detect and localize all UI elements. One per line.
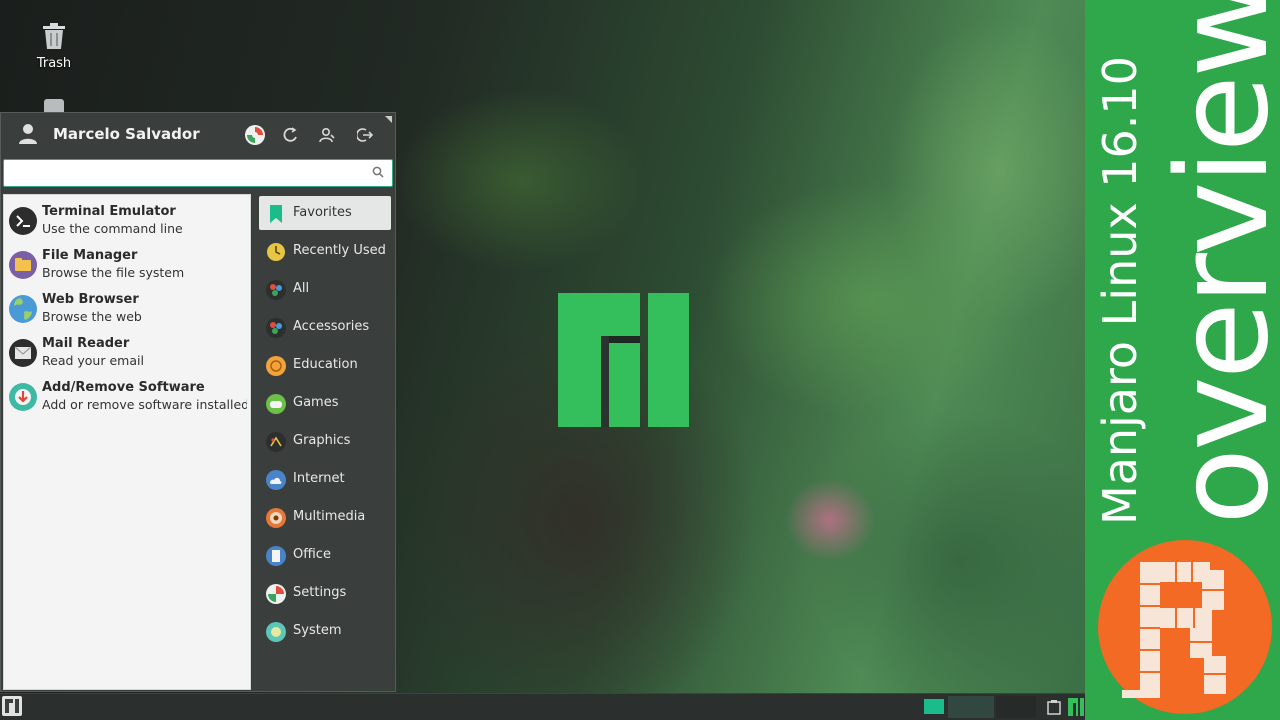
bookmark-icon <box>270 205 282 223</box>
manjaro-logo <box>558 293 689 427</box>
trash-desktop-icon[interactable]: Trash <box>22 22 86 71</box>
applications-menu-button[interactable] <box>2 696 22 716</box>
favorite-description: Read your email <box>42 353 144 368</box>
folder-icon <box>9 251 37 279</box>
category-label: Recently Used <box>293 243 386 258</box>
user-avatar-icon <box>19 124 37 144</box>
desktop-icon[interactable] <box>44 99 64 113</box>
lock-screen-icon <box>283 127 297 142</box>
favorite-add-remove-software[interactable]: Add/Remove Software Add or remove softwa… <box>4 375 250 419</box>
category-label: Accessories <box>293 319 370 334</box>
accessories-icon <box>266 318 286 338</box>
all-apps-icon <box>266 280 286 300</box>
category-label: Graphics <box>293 433 351 448</box>
banner-title: Manjaro Linux 16.10 <box>1093 56 1147 525</box>
switch-user-button[interactable] <box>315 123 339 147</box>
favorite-description: Use the command line <box>42 221 183 236</box>
document-icon <box>266 546 286 566</box>
favorite-file-manager[interactable]: File Manager Browse the file system <box>4 243 250 287</box>
gamepad-icon <box>266 394 286 414</box>
favorite-terminal-emulator[interactable]: Terminal Emulator Use the command line <box>4 199 250 243</box>
menu-header: Marcelo Salvador <box>1 113 395 157</box>
category-label: All <box>293 281 310 296</box>
favorite-mail-reader[interactable]: Mail Reader Read your email <box>4 331 250 375</box>
favorite-description: Browse the file system <box>42 265 185 280</box>
clipboard-icon[interactable] <box>1047 699 1061 715</box>
settings-manager-button[interactable] <box>243 123 267 147</box>
application-menu: Marcelo Salvador Terminal Emulator Use t… <box>0 112 396 692</box>
category-games[interactable]: Games <box>259 386 391 420</box>
banner-subtitle: overview <box>1149 0 1280 525</box>
log-out-icon <box>357 128 373 142</box>
category-office[interactable]: Office <box>259 538 391 572</box>
category-settings[interactable]: Settings <box>259 576 391 610</box>
user-name: Marcelo Salvador <box>53 125 200 143</box>
education-icon <box>266 356 286 376</box>
category-graphics[interactable]: Graphics <box>259 424 391 458</box>
manjaro-menu-icon <box>5 699 19 713</box>
settings-icon <box>266 584 286 604</box>
category-favorites[interactable]: Favorites <box>259 196 391 230</box>
terminal-icon <box>9 207 37 235</box>
favorites-list: Terminal Emulator Use the command line F… <box>3 194 251 690</box>
lock-screen-button[interactable] <box>279 123 303 147</box>
favorite-name: File Manager <box>42 248 138 263</box>
system-icon <box>266 622 286 642</box>
category-list: Favorites Recently Used All Accessories … <box>257 192 395 692</box>
globe-icon <box>9 295 37 323</box>
workspace-3[interactable] <box>996 696 1036 718</box>
favorite-name: Terminal Emulator <box>42 204 176 219</box>
settings-manager-icon <box>245 125 265 145</box>
search-field[interactable] <box>3 159 393 187</box>
category-label: Office <box>293 547 331 562</box>
category-internet[interactable]: Internet <box>259 462 391 496</box>
favorite-description: Add or remove software installed ... <box>42 397 247 412</box>
category-multimedia[interactable]: Multimedia <box>259 500 391 534</box>
clock-icon <box>267 243 285 261</box>
resize-handle[interactable] <box>385 116 392 123</box>
video-title-banner: Manjaro Linux 16.10 overview <box>1085 0 1280 720</box>
category-recently-used[interactable]: Recently Used <box>259 234 391 268</box>
graphics-icon <box>266 432 286 452</box>
favorite-name: Web Browser <box>42 292 139 307</box>
category-label: Favorites <box>293 205 352 220</box>
package-icon <box>9 383 37 411</box>
category-label: Multimedia <box>293 509 366 524</box>
category-system[interactable]: System <box>259 614 391 648</box>
category-label: Internet <box>293 471 345 486</box>
multimedia-icon <box>266 508 286 528</box>
category-accessories[interactable]: Accessories <box>259 310 391 344</box>
mail-icon <box>9 339 37 367</box>
favorite-name: Mail Reader <box>42 336 130 351</box>
switch-user-icon <box>319 127 335 143</box>
trash-label: Trash <box>36 56 72 71</box>
favorite-web-browser[interactable]: Web Browser Browse the web <box>4 287 250 331</box>
log-out-button[interactable] <box>353 123 377 147</box>
favorite-description: Browse the web <box>42 309 142 324</box>
category-label: System <box>293 623 342 638</box>
favorite-name: Add/Remove Software <box>42 380 205 395</box>
workspace-1[interactable] <box>924 699 944 714</box>
search-icon <box>372 166 384 178</box>
category-all[interactable]: All <box>259 272 391 306</box>
category-label: Games <box>293 395 339 410</box>
cloud-icon <box>266 470 286 490</box>
channel-logo <box>1098 540 1272 714</box>
taskbar <box>0 693 1085 720</box>
trash-icon <box>43 23 65 49</box>
manjaro-tray-icon[interactable] <box>1068 698 1084 716</box>
category-label: Education <box>293 357 358 372</box>
workspace-2[interactable] <box>948 696 994 718</box>
r-logo-letter-icon <box>1122 562 1226 698</box>
category-education[interactable]: Education <box>259 348 391 382</box>
search-input[interactable] <box>10 161 364 187</box>
category-label: Settings <box>293 585 347 600</box>
